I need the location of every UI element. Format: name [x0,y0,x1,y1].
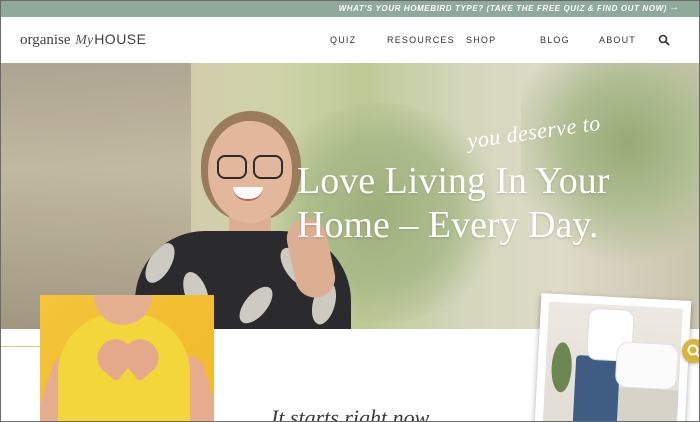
hero-headline: Love Living In Your Home – Every Day. [297,159,637,247]
search-icon[interactable] [658,34,670,46]
decorative-divider [1,346,41,347]
hero-headline-line1: Love Living In Your [297,160,610,202]
glasses-icon [217,155,247,179]
heart-hands-photo [40,295,214,421]
logo-word-house: HOUSE [94,31,147,47]
search-icon [687,344,699,358]
plant-icon [550,341,573,393]
announcement-bar[interactable]: WHAT'S YOUR HOMEBIRD TYPE? (TAKE THE FRE… [1,1,699,17]
nav-item-about[interactable]: ABOUT [599,35,636,45]
logo-word-my: My [75,33,94,48]
hero-headline-line2: Home – Every Day. [297,204,599,246]
polaroid-photo-bedroom [534,293,692,421]
page-frame: WHAT'S YOUR HOMEBIRD TYPE? (TAKE THE FRE… [1,1,699,421]
floating-search-button[interactable] [682,339,699,363]
logo-word-organise: organise [20,32,71,48]
pillow [614,341,680,391]
announcement-link[interactable]: WHAT'S YOUR HOMEBIRD TYPE? (TAKE THE FRE… [339,4,667,13]
nav-item-quiz[interactable]: QUIZ [330,35,356,45]
nav-item-shop[interactable]: SHOP [466,35,496,45]
arrow-right-icon: → [669,2,679,13]
hero-banner: you deserve to Love Living In Your Home … [1,63,699,329]
site-header: organise MyHOUSE QUIZ RESOURCES SHOP BLO… [1,17,699,63]
nav-item-blog[interactable]: BLOG [540,35,570,45]
site-logo[interactable]: organise MyHOUSE [20,31,146,49]
section-heading: It starts right now [271,405,430,421]
nav-item-resources[interactable]: RESOURCES [387,35,455,45]
